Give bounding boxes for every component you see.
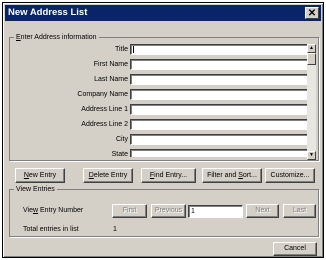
address-line-1-field[interactable] — [130, 104, 308, 115]
address-scrollbar[interactable]: ▲ ▼ — [307, 44, 316, 160]
field-label: Address Line 2 — [81, 121, 128, 128]
scroll-down-icon[interactable]: ▼ — [307, 151, 316, 160]
first-button[interactable]: First — [112, 204, 147, 218]
new-address-list-dialog: New Address List ✕ Enter Address informa… — [2, 2, 324, 258]
title-field[interactable] — [130, 44, 308, 55]
entry-number-input[interactable]: 1 — [188, 205, 243, 218]
scroll-thumb[interactable] — [307, 53, 316, 65]
view-entry-number-label: View Entry Number — [23, 207, 84, 214]
view-entries-group: View Entries View Entry Number First Pre… — [9, 185, 319, 237]
company-name-field[interactable] — [130, 89, 308, 100]
new-entry-button[interactable]: New Entry — [15, 168, 65, 183]
filter-and-sort-button[interactable]: Filter and Sort... — [202, 168, 262, 183]
address-line-2-field[interactable] — [130, 119, 308, 130]
field-label: Last Name — [94, 76, 128, 83]
field-row-address-line-1: Address Line 1 — [10, 104, 310, 115]
address-info-group: Enter Address information Title First Na… — [9, 33, 319, 161]
view-entries-legend: View Entries — [14, 185, 57, 194]
previous-button[interactable]: Previous — [151, 204, 186, 218]
next-button[interactable]: Next — [246, 204, 279, 218]
field-row-company-name: Company Name — [10, 89, 310, 100]
field-row-state: State — [10, 149, 310, 157]
dialog-title: New Address List — [8, 7, 88, 18]
field-label: City — [115, 136, 128, 143]
field-row-address-line-2: Address Line 2 — [10, 119, 310, 130]
last-name-field[interactable] — [130, 74, 308, 85]
total-entries-value: 1 — [113, 226, 117, 233]
total-entries-label: Total entries in list — [23, 226, 79, 233]
title-bar[interactable]: New Address List ✕ — [5, 5, 321, 21]
scroll-up-icon[interactable]: ▲ — [307, 44, 316, 53]
field-label: State — [111, 151, 128, 157]
field-row-last-name: Last Name — [10, 74, 310, 85]
field-label: Company Name — [77, 91, 128, 98]
field-label: First Name — [93, 61, 128, 68]
field-row-city: City — [10, 134, 310, 145]
state-field[interactable] — [130, 149, 308, 157]
city-field[interactable] — [130, 134, 308, 145]
customize-button[interactable]: Customize... — [265, 168, 315, 183]
field-row-title: Title — [10, 44, 310, 55]
field-label: Title — [115, 46, 128, 53]
last-button[interactable]: Last — [283, 204, 316, 218]
close-icon[interactable]: ✕ — [305, 7, 319, 19]
cancel-button[interactable]: Cancel — [273, 242, 317, 256]
first-name-field[interactable] — [130, 59, 308, 70]
delete-entry-button[interactable]: Delete Entry — [83, 168, 133, 183]
field-label: Address Line 1 — [81, 106, 128, 113]
address-info-legend: Enter Address information — [14, 33, 99, 42]
find-entry-button[interactable]: Find Entry... — [141, 168, 196, 183]
field-row-first-name: First Name — [10, 59, 310, 70]
